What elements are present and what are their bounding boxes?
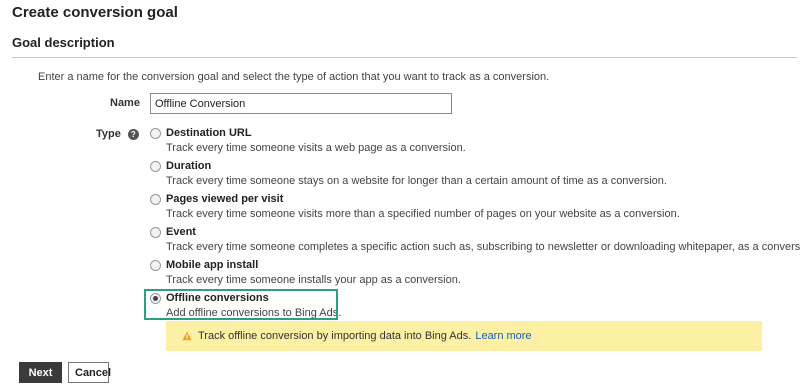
warning-icon (182, 331, 192, 341)
radio-duration[interactable] (150, 161, 161, 172)
option-title: Duration (166, 160, 212, 172)
option-title: Destination URL (166, 127, 252, 139)
intro-text: Enter a name for the conversion goal and… (38, 71, 550, 83)
option-title: Event (166, 226, 196, 238)
page-title: Create conversion goal (12, 4, 178, 21)
name-label: Name (110, 97, 140, 109)
option-title: Pages viewed per visit (166, 193, 284, 205)
option-description: Track every time someone visits a web pa… (166, 142, 466, 154)
learn-more-link[interactable]: Learn more (475, 330, 531, 342)
option-description: Track every time someone stays on a webs… (166, 175, 667, 187)
cancel-button[interactable]: Cancel (68, 362, 111, 383)
type-label: Type (96, 128, 121, 140)
radio-destination-url[interactable] (150, 128, 161, 139)
info-notice: Track offline conversion by importing da… (166, 321, 762, 351)
selected-option-highlight (144, 289, 338, 320)
option-description: Track every time someone visits more tha… (166, 208, 680, 220)
option-description: Track every time someone completes a spe… (166, 241, 800, 253)
name-input[interactable] (150, 93, 452, 114)
next-button[interactable]: Next (19, 362, 62, 383)
option-description: Track every time someone installs your a… (166, 274, 461, 286)
radio-event[interactable] (150, 227, 161, 238)
help-icon[interactable]: ? (127, 128, 139, 140)
notice-text: Track offline conversion by importing da… (198, 330, 472, 342)
option-title: Mobile app install (166, 259, 259, 271)
radio-mobile-app-install[interactable] (150, 260, 161, 271)
radio-pages-viewed[interactable] (150, 194, 161, 205)
section-divider (12, 57, 797, 58)
section-title: Goal description (12, 35, 115, 50)
type-label-group: Type ? (96, 128, 139, 140)
